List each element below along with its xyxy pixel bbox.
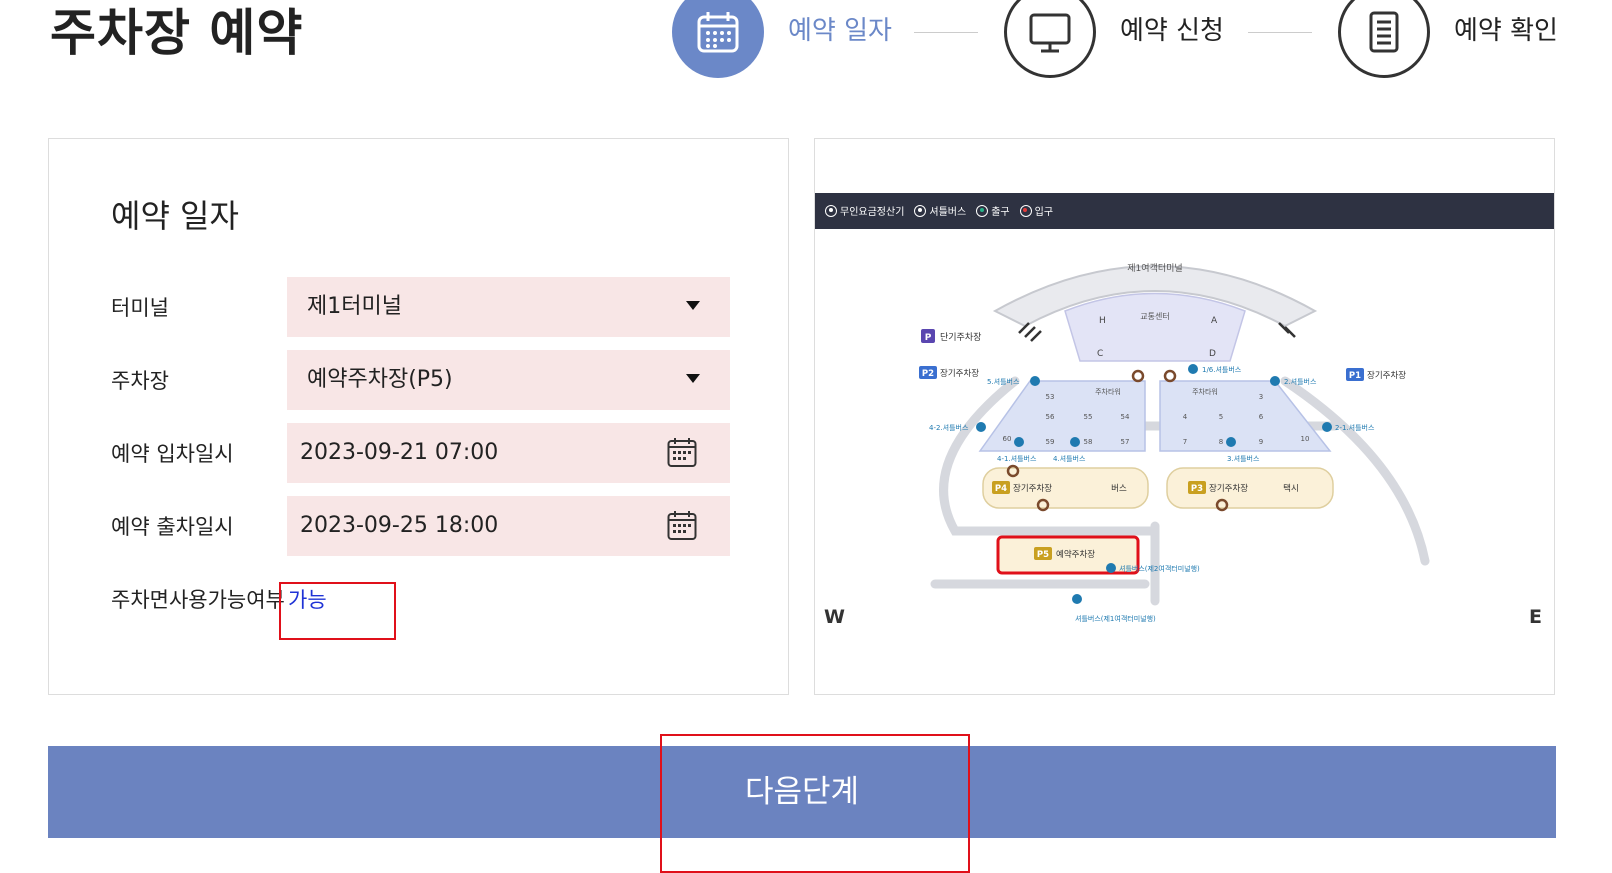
p1-label: 장기주차장 <box>1367 370 1406 381</box>
block-label: 9 <box>1259 438 1263 446</box>
exit-icon <box>976 204 989 217</box>
zone-label: H <box>1099 316 1106 326</box>
terminal-select[interactable]: 제1터미널 <box>287 277 730 337</box>
next-button-highlight-box <box>660 734 970 873</box>
legend-item: 출구 <box>976 203 1010 218</box>
map-legend: 무인요금정산기 셔틀버스 출구 입구 <box>825 203 1053 218</box>
calendar-icon <box>697 12 739 53</box>
short-term-code: P <box>925 333 932 343</box>
block-label: 53 <box>1046 393 1055 401</box>
block-label: 10 <box>1301 435 1310 443</box>
page-title: 주차장 예약 <box>50 4 304 62</box>
shuttle-stop-label: 2-1.셔틀버스 <box>1335 423 1375 432</box>
exit-datetime-value: 2023-09-25 18:00 <box>300 513 499 538</box>
block-label: 57 <box>1121 438 1130 446</box>
shuttle-stop-label: 셔틀버스(제2여객터미널행) <box>1119 564 1200 573</box>
legend-label: 출구 <box>991 207 1010 218</box>
p4-label: 장기주차장 <box>1013 483 1052 494</box>
p5-code: P5 <box>1037 550 1049 560</box>
block-label: 59 <box>1046 438 1055 446</box>
traffic-center-label: 교통센터 <box>1140 311 1169 321</box>
zone-label: D <box>1209 349 1216 359</box>
entrance-icon <box>1019 204 1032 217</box>
step-confirm-label: 예약 확인 <box>1454 16 1558 46</box>
shuttle-stop-label: 3.셔틀버스 <box>1227 454 1260 463</box>
short-term-label: 단기주차장 <box>940 331 981 343</box>
shuttle-stop-label: 4.셔틀버스 <box>1053 454 1086 463</box>
shuttle-stop-label: 4-1.셔틀버스 <box>997 454 1037 463</box>
document-icon <box>1369 11 1399 53</box>
parking-map: 제1여객터미널 교통센터 H A C D P 단기주차장 P2 장기주차장 P1… <box>919 262 1430 623</box>
availability-highlight-box <box>279 582 396 640</box>
compass-west: W <box>824 606 845 628</box>
compass-east: E <box>1529 606 1542 628</box>
legend-item: 셔틀버스 <box>914 203 966 218</box>
p3-label: 장기주차장 <box>1209 483 1248 494</box>
step-apply-icon <box>1004 0 1096 78</box>
tower-label: 주차타워 <box>1192 387 1218 396</box>
block-label: 3 <box>1259 393 1263 401</box>
map-legend-bar: 무인요금정산기 셔틀버스 출구 입구 <box>815 193 1554 229</box>
calendar-icon[interactable] <box>666 436 698 468</box>
terminal-label: 터미널 <box>111 296 169 320</box>
step-confirm-icon <box>1338 0 1430 78</box>
reservation-form-panel: 예약 일자 터미널 제1터미널 주차장 예약주차장(P5) 예약 입차일시 20… <box>48 138 789 695</box>
block-label: 54 <box>1121 413 1130 421</box>
block-label: 7 <box>1183 438 1187 446</box>
entry-datetime-input[interactable]: 2023-09-21 07:00 <box>287 423 730 483</box>
step-date-label: 예약 일자 <box>788 16 892 46</box>
chevron-down-icon <box>686 374 700 383</box>
entry-datetime-label: 예약 입차일시 <box>111 442 234 466</box>
parking-selected-value: 예약주차장(P5) <box>307 367 453 392</box>
parking-map-panel: 무인요금정산기 셔틀버스 출구 입구 제1여객터미널 교통센터 H A C D … <box>814 138 1555 695</box>
tower-label: 주차타워 <box>1095 387 1121 396</box>
shuttle-stop-label: 셔틀버스(제1여객터미널행) <box>1075 614 1156 623</box>
block-label: 58 <box>1084 438 1093 446</box>
shuttle-stop-label: 5.셔틀버스 <box>987 377 1020 386</box>
block-label: 56 <box>1046 413 1055 421</box>
step-date-icon <box>672 0 764 78</box>
terminal-selected-value: 제1터미널 <box>307 294 402 319</box>
block-label: 55 <box>1084 413 1093 421</box>
parking-label: 주차장 <box>111 369 169 393</box>
block-label: 5 <box>1219 413 1223 421</box>
legend-label: 입구 <box>1034 207 1054 218</box>
exit-datetime-input[interactable]: 2023-09-25 18:00 <box>287 496 730 556</box>
exit-datetime-label: 예약 출차일시 <box>111 515 234 539</box>
p2-code: P2 <box>922 369 934 379</box>
p5-label: 예약주차장 <box>1056 549 1095 560</box>
kiosk-icon <box>825 204 837 217</box>
shuttle-stop-label: 4-2.셔틀버스 <box>929 423 969 432</box>
p4-extra-label: 버스 <box>1111 483 1127 494</box>
parking-select[interactable]: 예약주차장(P5) <box>287 350 730 410</box>
p4-code: P4 <box>995 484 1007 494</box>
block-label: 60 <box>1003 435 1012 443</box>
step-apply-label: 예약 신청 <box>1120 16 1224 46</box>
zone-label: C <box>1097 349 1103 359</box>
entry-datetime-value: 2023-09-21 07:00 <box>300 440 499 465</box>
availability-label: 주차면사용가능여부 <box>111 588 285 612</box>
p3-extra-label: 택시 <box>1283 483 1299 494</box>
legend-item: 무인요금정산기 <box>825 203 904 218</box>
step-divider <box>914 32 978 33</box>
chevron-down-icon <box>686 301 700 310</box>
p3-code: P3 <box>1191 484 1203 494</box>
legend-label: 무인요금정산기 <box>840 207 905 218</box>
form-title: 예약 일자 <box>111 197 239 235</box>
calendar-icon[interactable] <box>666 509 698 541</box>
zone-label: A <box>1211 316 1218 326</box>
block-label: 8 <box>1219 438 1223 446</box>
legend-label: 셔틀버스 <box>929 207 967 218</box>
shuttle-stop-label: 2.셔틀버스 <box>1284 377 1317 386</box>
monitor-icon <box>1029 13 1071 53</box>
block-label: 6 <box>1259 413 1264 421</box>
p2-label: 장기주차장 <box>940 368 979 379</box>
shuttle-stop-label: 1/6.셔틀버스 <box>1202 365 1242 374</box>
terminal-label: 제1여객터미널 <box>1127 262 1182 274</box>
block-label: 4 <box>1183 413 1188 421</box>
legend-item: 입구 <box>1019 203 1054 218</box>
bus-icon <box>914 204 927 217</box>
p1-code: P1 <box>1349 371 1361 381</box>
step-divider <box>1248 32 1312 33</box>
